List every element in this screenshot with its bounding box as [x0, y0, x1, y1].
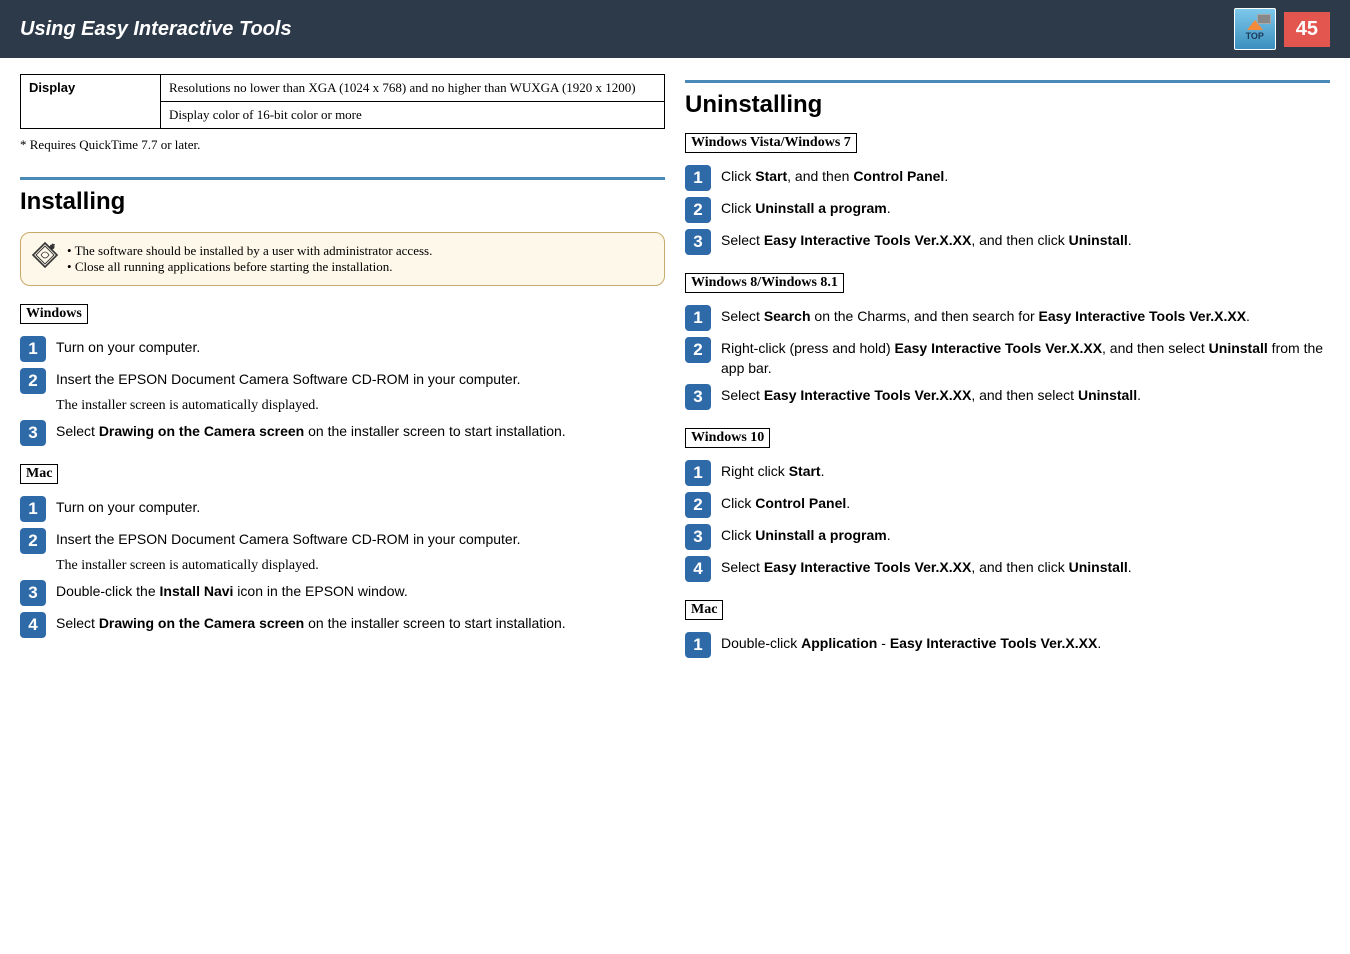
- uninstall-win10-step-4: 4 Select Easy Interactive Tools Ver.X.XX…: [685, 556, 1330, 582]
- step-text: Select Search on the Charms, and then se…: [721, 305, 1250, 327]
- table-cell-resolution: Resolutions no lower than XGA (1024 x 76…: [161, 75, 665, 102]
- footnote: * Requires QuickTime 7.7 or later.: [20, 137, 665, 153]
- tip-icon: [31, 241, 59, 269]
- step-subtext: The installer screen is automatically di…: [56, 398, 665, 414]
- mac-uninstall-label: Mac: [685, 600, 723, 620]
- tip-line-1: • The software should be installed by a …: [67, 243, 652, 259]
- step-text: Right-click (press and hold) Easy Intera…: [721, 337, 1330, 378]
- step-number-icon: 1: [20, 496, 46, 522]
- vista-label: Windows Vista/Windows 7: [685, 133, 857, 153]
- step-text: Click Uninstall a program.: [721, 197, 891, 219]
- step-number-icon: 4: [685, 556, 711, 582]
- step-text: Select Easy Interactive Tools Ver.X.XX, …: [721, 229, 1132, 251]
- right-column: Uninstalling Windows Vista/Windows 7 1 C…: [685, 74, 1330, 658]
- header-title: Using Easy Interactive Tools: [20, 18, 292, 41]
- step-text: Click Start, and then Control Panel.: [721, 165, 948, 187]
- display-spec-table: Display Resolutions no lower than XGA (1…: [20, 74, 665, 129]
- table-cell-color: Display color of 16-bit color or more: [161, 102, 665, 129]
- top-label: TOP: [1246, 31, 1264, 41]
- miniatures-icon: [1257, 14, 1271, 24]
- tip-box: • The software should be installed by a …: [20, 232, 665, 286]
- step-number-icon: 2: [20, 528, 46, 554]
- step-text: Turn on your computer.: [56, 336, 200, 358]
- header-right: TOP 45: [1234, 8, 1330, 50]
- page-number: 45: [1284, 12, 1330, 47]
- section-uninstalling: Uninstalling: [685, 83, 1330, 125]
- step-number-icon: 1: [685, 165, 711, 191]
- step-text: Double-click Application - Easy Interact…: [721, 632, 1101, 654]
- step-number-icon: 2: [685, 492, 711, 518]
- win10-label: Windows 10: [685, 428, 770, 448]
- step-subtext: The installer screen is automatically di…: [56, 558, 665, 574]
- install-win-step-3: 3 Select Drawing on the Camera screen on…: [20, 420, 665, 446]
- step-text: Right click Start.: [721, 460, 824, 482]
- content-columns: Display Resolutions no lower than XGA (1…: [0, 58, 1350, 678]
- step-number-icon: 1: [685, 460, 711, 486]
- install-mac-step-3: 3 Double-click the Install Navi icon in …: [20, 580, 665, 606]
- step-text: Click Uninstall a program.: [721, 524, 891, 546]
- step-text: Insert the EPSON Document Camera Softwar…: [56, 528, 521, 550]
- step-text: Select Drawing on the Camera screen on t…: [56, 612, 566, 634]
- top-nav-button[interactable]: TOP: [1234, 8, 1276, 50]
- uninstall-mac-step-1: 1 Double-click Application - Easy Intera…: [685, 632, 1330, 658]
- uninstall-win8-step-2: 2 Right-click (press and hold) Easy Inte…: [685, 337, 1330, 378]
- uninstall-win10-step-2: 2 Click Control Panel.: [685, 492, 1330, 518]
- uninstall-vista-step-1: 1 Click Start, and then Control Panel.: [685, 165, 1330, 191]
- step-number-icon: 1: [20, 336, 46, 362]
- step-number-icon: 1: [685, 305, 711, 331]
- left-column: Display Resolutions no lower than XGA (1…: [20, 74, 665, 658]
- install-mac-step-4: 4 Select Drawing on the Camera screen on…: [20, 612, 665, 638]
- step-number-icon: 3: [685, 384, 711, 410]
- step-number-icon: 3: [685, 524, 711, 550]
- uninstall-win10-step-1: 1 Right click Start.: [685, 460, 1330, 486]
- install-mac-step-1: 1 Turn on your computer.: [20, 496, 665, 522]
- uninstall-win8-step-3: 3 Select Easy Interactive Tools Ver.X.XX…: [685, 384, 1330, 410]
- step-text: Double-click the Install Navi icon in th…: [56, 580, 408, 602]
- uninstall-win10-step-3: 3 Click Uninstall a program.: [685, 524, 1330, 550]
- section-installing: Installing: [20, 177, 665, 222]
- step-text: Select Easy Interactive Tools Ver.X.XX, …: [721, 384, 1141, 406]
- step-text: Select Drawing on the Camera screen on t…: [56, 420, 566, 442]
- step-number-icon: 3: [20, 420, 46, 446]
- install-win-step-2: 2 Insert the EPSON Document Camera Softw…: [20, 368, 665, 394]
- install-win-step-1: 1 Turn on your computer.: [20, 336, 665, 362]
- step-number-icon: 4: [20, 612, 46, 638]
- table-label: Display: [21, 75, 161, 129]
- step-number-icon: 1: [685, 632, 711, 658]
- step-text: Insert the EPSON Document Camera Softwar…: [56, 368, 521, 390]
- page-header: Using Easy Interactive Tools TOP 45: [0, 0, 1350, 58]
- step-text: Select Easy Interactive Tools Ver.X.XX, …: [721, 556, 1132, 578]
- uninstall-vista-step-3: 3 Select Easy Interactive Tools Ver.X.XX…: [685, 229, 1330, 255]
- step-number-icon: 3: [685, 229, 711, 255]
- step-number-icon: 3: [20, 580, 46, 606]
- uninstall-win8-step-1: 1 Select Search on the Charms, and then …: [685, 305, 1330, 331]
- install-mac-step-2: 2 Insert the EPSON Document Camera Softw…: [20, 528, 665, 554]
- uninstall-vista-step-2: 2 Click Uninstall a program.: [685, 197, 1330, 223]
- win8-label: Windows 8/Windows 8.1: [685, 273, 844, 293]
- step-text: Click Control Panel.: [721, 492, 850, 514]
- mac-label: Mac: [20, 464, 58, 484]
- step-number-icon: 2: [20, 368, 46, 394]
- tip-line-2: • Close all running applications before …: [67, 259, 652, 275]
- step-number-icon: 2: [685, 197, 711, 223]
- step-number-icon: 2: [685, 337, 711, 363]
- step-text: Turn on your computer.: [56, 496, 200, 518]
- windows-label: Windows: [20, 304, 88, 324]
